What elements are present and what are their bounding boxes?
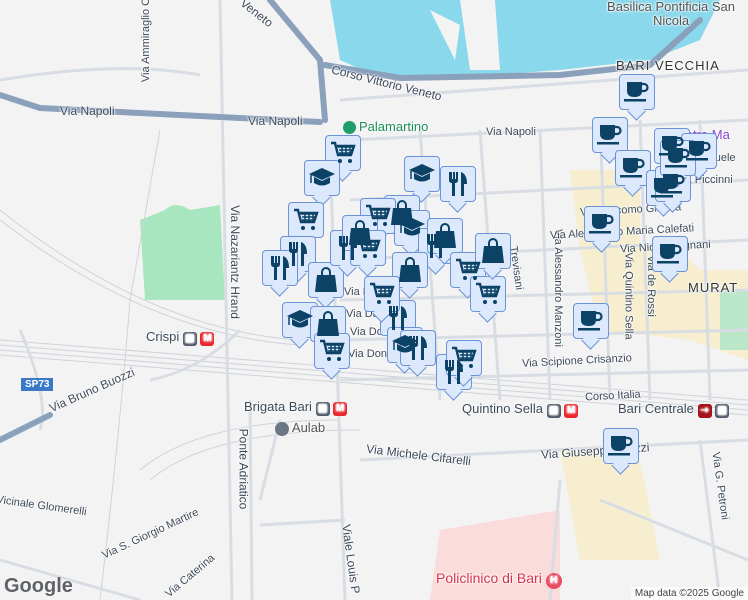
station-bari-centrale[interactable]: Bari Centrale ➝ ▣: [618, 401, 730, 418]
map-marker-coffee[interactable]: [584, 206, 620, 242]
coffee-cup-icon: [589, 212, 615, 236]
map-marker-coffee[interactable]: [652, 236, 688, 272]
graduation-cap-icon: [286, 309, 314, 331]
poi-label: Policlinico di Bari: [436, 570, 542, 586]
district-label: MURAT: [688, 280, 739, 295]
street-label: Via Don: [348, 348, 387, 360]
shopping-cart-icon: [355, 236, 381, 260]
coffee-cup-icon: [620, 156, 646, 180]
metro-icon: M: [200, 332, 215, 346]
street-label: Ponte Adriatico: [236, 428, 251, 510]
station-label: Crispi: [146, 329, 180, 344]
coffee-cup-icon: [608, 434, 634, 458]
train-icon: ▣: [715, 404, 730, 418]
shopping-bag-icon: [314, 267, 338, 293]
poi-palamartino[interactable]: Palamartino: [343, 119, 429, 135]
station-label: Quintino Sella: [462, 401, 543, 416]
map-marker-cart[interactable]: [470, 276, 506, 312]
shopping-bag-icon: [316, 311, 340, 337]
map-marker-bag[interactable]: [475, 233, 511, 269]
map-marker-bag[interactable]: [427, 218, 463, 254]
street-label: Via Napoli: [60, 104, 115, 118]
station-brigata-bari[interactable]: Brigata Bari ▣ M: [244, 399, 348, 416]
station-quintino-sella[interactable]: Quintino Sella ▣ M: [462, 401, 579, 418]
graduation-cap-icon: [398, 217, 426, 239]
rail-icon: ➝: [697, 404, 712, 418]
fork-knife-icon: [447, 171, 469, 197]
street-label: Via Quintino Sella: [622, 252, 635, 340]
street-label: Via Ammiraglio C: [140, 0, 153, 83]
hospital-icon: H: [545, 573, 562, 589]
poi-label: Aulab: [291, 420, 326, 435]
coffee-cup-icon: [578, 309, 604, 333]
street-label: Via Nazariantz Hrand: [227, 205, 242, 319]
pin-icon: [343, 121, 356, 135]
shopping-cart-icon: [451, 346, 477, 370]
fork-knife-icon: [269, 255, 291, 281]
map-marker-cart[interactable]: [314, 333, 350, 369]
coffee-cup-icon: [660, 172, 686, 196]
shopping-cart-icon: [293, 208, 319, 232]
poi-policlinico[interactable]: Policlinico di Bari H: [436, 570, 562, 589]
school-pin-icon: [275, 421, 289, 436]
map-attribution[interactable]: Map data ©2025 Google: [630, 587, 748, 600]
map-marker-coffee[interactable]: [573, 303, 609, 339]
street-label: Via Alessandro Manzoni: [551, 229, 564, 347]
shopping-bag-icon: [433, 223, 457, 249]
shopping-cart-icon: [369, 282, 395, 306]
coffee-cup-icon: [665, 146, 691, 170]
station-label: Bari Centrale: [618, 401, 694, 416]
map-marker-grad[interactable]: [404, 156, 440, 192]
map-marker-grad[interactable]: [304, 160, 340, 196]
coffee-cup-icon: [657, 242, 683, 266]
map-marker-coffee[interactable]: [660, 140, 696, 176]
shopping-cart-icon: [475, 282, 501, 306]
coffee-cup-icon: [624, 80, 650, 104]
train-icon: ▣: [182, 332, 197, 346]
graduation-cap-icon: [308, 167, 336, 189]
metro-icon: M: [564, 404, 579, 418]
street-label: Via Napoli: [248, 114, 303, 128]
district-label: BARI VECCHIA: [616, 58, 720, 73]
station-label: Brigata Bari: [244, 399, 312, 414]
map-marker-cart[interactable]: [288, 202, 324, 238]
train-icon: ▣: [315, 402, 330, 416]
map-marker-fork[interactable]: [440, 166, 476, 202]
poi-aulab[interactable]: Aulab: [275, 420, 325, 436]
poi-label: Palamartino: [359, 119, 429, 134]
map-marker-coffee[interactable]: [619, 74, 655, 110]
road-badge: SP73: [21, 378, 54, 391]
metro-icon: M: [333, 402, 348, 416]
google-logo[interactable]: Google: [4, 575, 73, 598]
fork-knife-icon: [407, 335, 429, 361]
fork-knife-icon: [387, 305, 409, 331]
shopping-cart-icon: [455, 258, 481, 282]
coffee-cup-icon: [597, 123, 623, 147]
map-marker-coffee[interactable]: [603, 428, 639, 464]
shopping-bag-icon: [481, 238, 505, 264]
map-marker-coffee[interactable]: [592, 117, 628, 153]
map-marker-bag[interactable]: [392, 252, 428, 288]
graduation-cap-icon: [408, 163, 436, 185]
station-crispi[interactable]: Crispi ▣ M: [146, 329, 215, 346]
train-icon: ▣: [546, 404, 561, 418]
shopping-bag-icon: [398, 257, 422, 283]
shopping-cart-icon: [330, 141, 356, 165]
street-label: Via Napoli: [486, 126, 536, 138]
shopping-cart-icon: [319, 339, 345, 363]
park-area: [140, 205, 225, 300]
poi-basilica[interactable]: Basilica Pontificia San Nicola: [606, 0, 736, 28]
